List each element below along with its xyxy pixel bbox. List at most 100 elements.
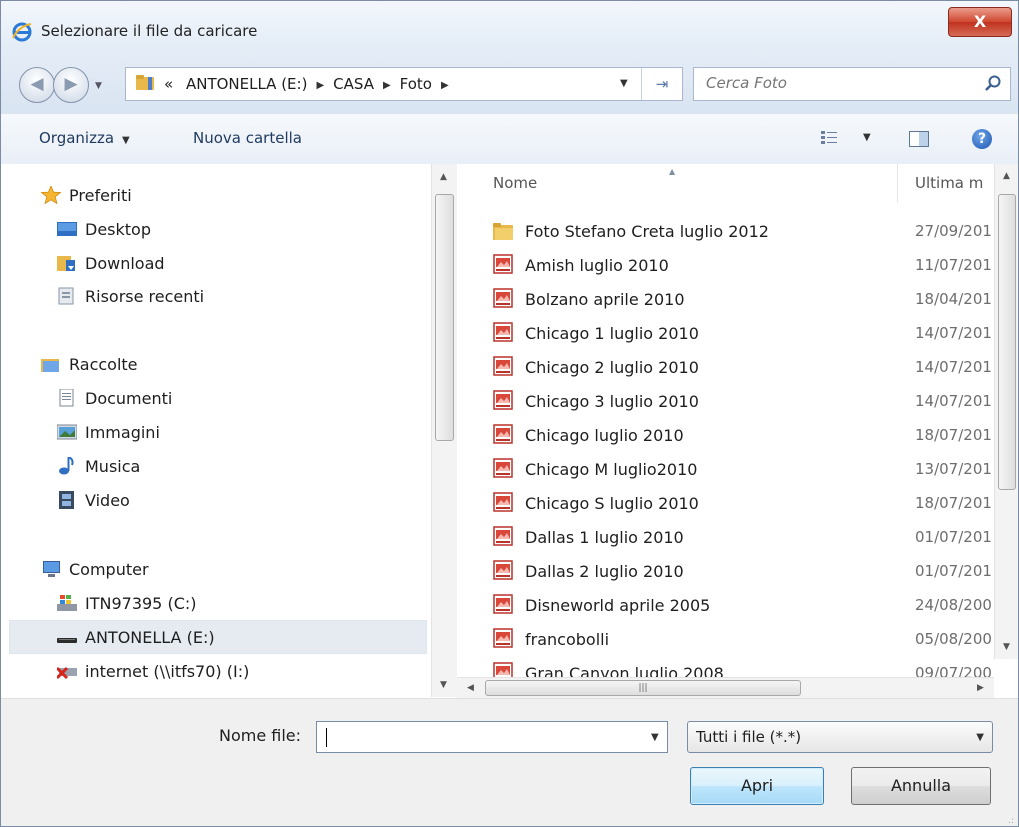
close-button[interactable]: X bbox=[948, 7, 1012, 37]
file-name: Chicago 3 luglio 2010 bbox=[525, 392, 699, 411]
slideshow-file-icon bbox=[493, 458, 513, 478]
open-button[interactable]: Apri bbox=[690, 767, 824, 805]
computer-icon bbox=[43, 560, 60, 577]
recent-pages-dropdown[interactable]: ▼ bbox=[95, 81, 102, 91]
file-list: ▲ Nome Ultima m Foto Stefano Creta lugli… bbox=[457, 164, 1018, 697]
sidebar-item-risorse-recenti[interactable]: Risorse recenti bbox=[57, 287, 204, 315]
file-list-scrollbar[interactable]: ▲ ▼ bbox=[994, 164, 1018, 659]
sidebar-item-desktop[interactable]: Desktop bbox=[57, 220, 151, 248]
column-header-date[interactable]: Ultima m bbox=[915, 174, 983, 192]
document-icon bbox=[59, 388, 74, 406]
sidebar-item-label: ANTONELLA (E:) bbox=[85, 628, 215, 647]
sidebar-item-documenti[interactable]: Documenti bbox=[57, 388, 172, 417]
column-header-name[interactable]: Nome bbox=[493, 174, 537, 192]
sidebar-item-label: ITN97395 (C:) bbox=[85, 594, 197, 613]
file-name: Chicago luglio 2010 bbox=[525, 426, 684, 445]
scroll-thumb[interactable]: ||| bbox=[485, 680, 801, 696]
organize-label: Organizza bbox=[39, 129, 115, 147]
removable-drive-icon bbox=[57, 637, 77, 643]
sidebar-item-label: Immagini bbox=[85, 423, 160, 442]
cancel-button[interactable]: Annulla bbox=[851, 767, 991, 805]
breadcrumb-item-foto[interactable]: Foto bbox=[400, 75, 432, 93]
filename-combobox[interactable]: ▼ bbox=[316, 721, 668, 753]
chevron-down-icon[interactable]: ▼ bbox=[651, 732, 659, 743]
resize-grip-icon[interactable]: .: bbox=[1008, 816, 1014, 826]
text-cursor bbox=[326, 728, 327, 747]
sidebar-item-label: Desktop bbox=[85, 220, 151, 239]
preview-pane-icon[interactable] bbox=[909, 131, 929, 147]
sidebar-item-preferiti[interactable]: Preferiti bbox=[41, 185, 132, 214]
file-name: Dallas 1 luglio 2010 bbox=[525, 528, 684, 547]
window-title: Selezionare il file da caricare bbox=[41, 22, 258, 40]
file-date: 13/07/201 bbox=[915, 460, 992, 478]
breadcrumb-separator-icon[interactable]: ▶ bbox=[383, 80, 391, 91]
folder-icon bbox=[136, 75, 154, 90]
sidebar-item-immagini[interactable]: Immagini bbox=[57, 423, 160, 451]
chevron-down-icon: ▼ bbox=[976, 732, 984, 743]
filename-input[interactable] bbox=[323, 727, 633, 745]
search-icon[interactable] bbox=[984, 74, 1002, 92]
sidebar-item-video[interactable]: Video bbox=[57, 490, 130, 519]
slideshow-file-icon bbox=[493, 322, 513, 342]
help-icon[interactable]: ? bbox=[972, 129, 992, 149]
breadcrumb-item-antonella[interactable]: ANTONELLA (E:) bbox=[186, 75, 307, 93]
sidebar-item-itn97395[interactable]: ITN97395 (C:) bbox=[57, 594, 197, 622]
video-film-icon bbox=[59, 490, 74, 509]
sidebar-item-label: internet (\\itfs70) (I:) bbox=[85, 662, 250, 681]
title-bar[interactable]: Selezionare il file da caricare X bbox=[1, 1, 1018, 53]
search-input[interactable] bbox=[706, 74, 966, 92]
navigation-pane: Preferiti Desktop Download Risorse recen… bbox=[1, 164, 456, 697]
slideshow-file-icon bbox=[493, 560, 513, 580]
breadcrumb-item-casa[interactable]: CASA bbox=[333, 75, 374, 93]
address-bar[interactable]: « ANTONELLA (E:) ▶ CASA ▶ Foto ▶ ▼ ⇥ bbox=[125, 67, 683, 101]
chevron-down-icon: ▼ bbox=[122, 135, 130, 146]
back-button[interactable]: ◀ bbox=[19, 67, 55, 103]
music-note-icon bbox=[59, 456, 74, 474]
refresh-button[interactable]: ⇥ bbox=[641, 68, 682, 100]
file-date: 01/07/201 bbox=[915, 528, 992, 546]
file-date: 18/07/201 bbox=[915, 426, 992, 444]
address-dropdown-icon[interactable]: ▼ bbox=[620, 78, 628, 89]
scroll-thumb[interactable] bbox=[435, 194, 454, 441]
change-view-icon[interactable] bbox=[821, 130, 837, 146]
file-name: Bolzano aprile 2010 bbox=[525, 290, 685, 309]
file-list-horizontal-scrollbar[interactable]: ◀ ||| ▶ bbox=[457, 677, 994, 698]
navigation-pane-scrollbar[interactable]: ▲ ▼ bbox=[431, 164, 457, 697]
organize-menu[interactable]: Organizza ▼ bbox=[39, 129, 130, 147]
sidebar-item-musica[interactable]: Musica bbox=[57, 456, 140, 485]
file-date: 01/07/201 bbox=[915, 562, 992, 580]
slideshow-file-icon bbox=[493, 356, 513, 376]
scroll-left-icon[interactable]: ◀ bbox=[467, 683, 474, 693]
forward-button[interactable]: ▶ bbox=[53, 67, 89, 103]
breadcrumb-overflow[interactable]: « bbox=[164, 75, 173, 93]
breadcrumb: « ANTONELLA (E:) ▶ CASA ▶ Foto ▶ bbox=[164, 75, 458, 93]
slideshow-file-icon bbox=[493, 492, 513, 512]
file-date: 24/08/200 bbox=[915, 596, 992, 614]
scroll-right-icon[interactable]: ▶ bbox=[977, 683, 984, 693]
view-options-dropdown-icon[interactable]: ▼ bbox=[863, 132, 871, 143]
download-folder-icon bbox=[57, 255, 75, 271]
file-name: Foto Stefano Creta luglio 2012 bbox=[525, 222, 769, 241]
column-divider[interactable] bbox=[897, 164, 898, 202]
breadcrumb-separator-icon[interactable]: ▶ bbox=[441, 80, 449, 91]
sidebar-item-internet-drive[interactable]: internet (\\itfs70) (I:) bbox=[57, 662, 249, 690]
sidebar-item-download[interactable]: Download bbox=[57, 254, 165, 282]
scroll-up-icon[interactable]: ▲ bbox=[1003, 171, 1010, 181]
file-date: 18/07/201 bbox=[915, 494, 992, 512]
search-box[interactable] bbox=[693, 67, 1011, 101]
file-type-select[interactable]: Tutti i file (*.*) ▼ bbox=[687, 721, 993, 753]
sidebar-item-raccolte[interactable]: Raccolte bbox=[41, 355, 138, 383]
breadcrumb-separator-icon[interactable]: ▶ bbox=[316, 80, 324, 91]
scroll-down-icon[interactable]: ▼ bbox=[1003, 642, 1010, 652]
new-folder-button[interactable]: Nuova cartella bbox=[193, 129, 302, 147]
scroll-thumb[interactable] bbox=[998, 194, 1016, 490]
sidebar-item-computer[interactable]: Computer bbox=[41, 560, 149, 588]
sidebar-item-label: Preferiti bbox=[69, 186, 132, 205]
file-date: 14/07/201 bbox=[915, 392, 992, 410]
windows-drive-icon bbox=[57, 594, 77, 611]
sidebar-item-label: Video bbox=[85, 491, 130, 510]
file-name: Dallas 2 luglio 2010 bbox=[525, 562, 684, 581]
scroll-down-icon[interactable]: ▼ bbox=[440, 680, 447, 690]
sidebar-item-antonella[interactable]: ANTONELLA (E:) bbox=[57, 628, 215, 656]
scroll-up-icon[interactable]: ▲ bbox=[440, 172, 447, 182]
